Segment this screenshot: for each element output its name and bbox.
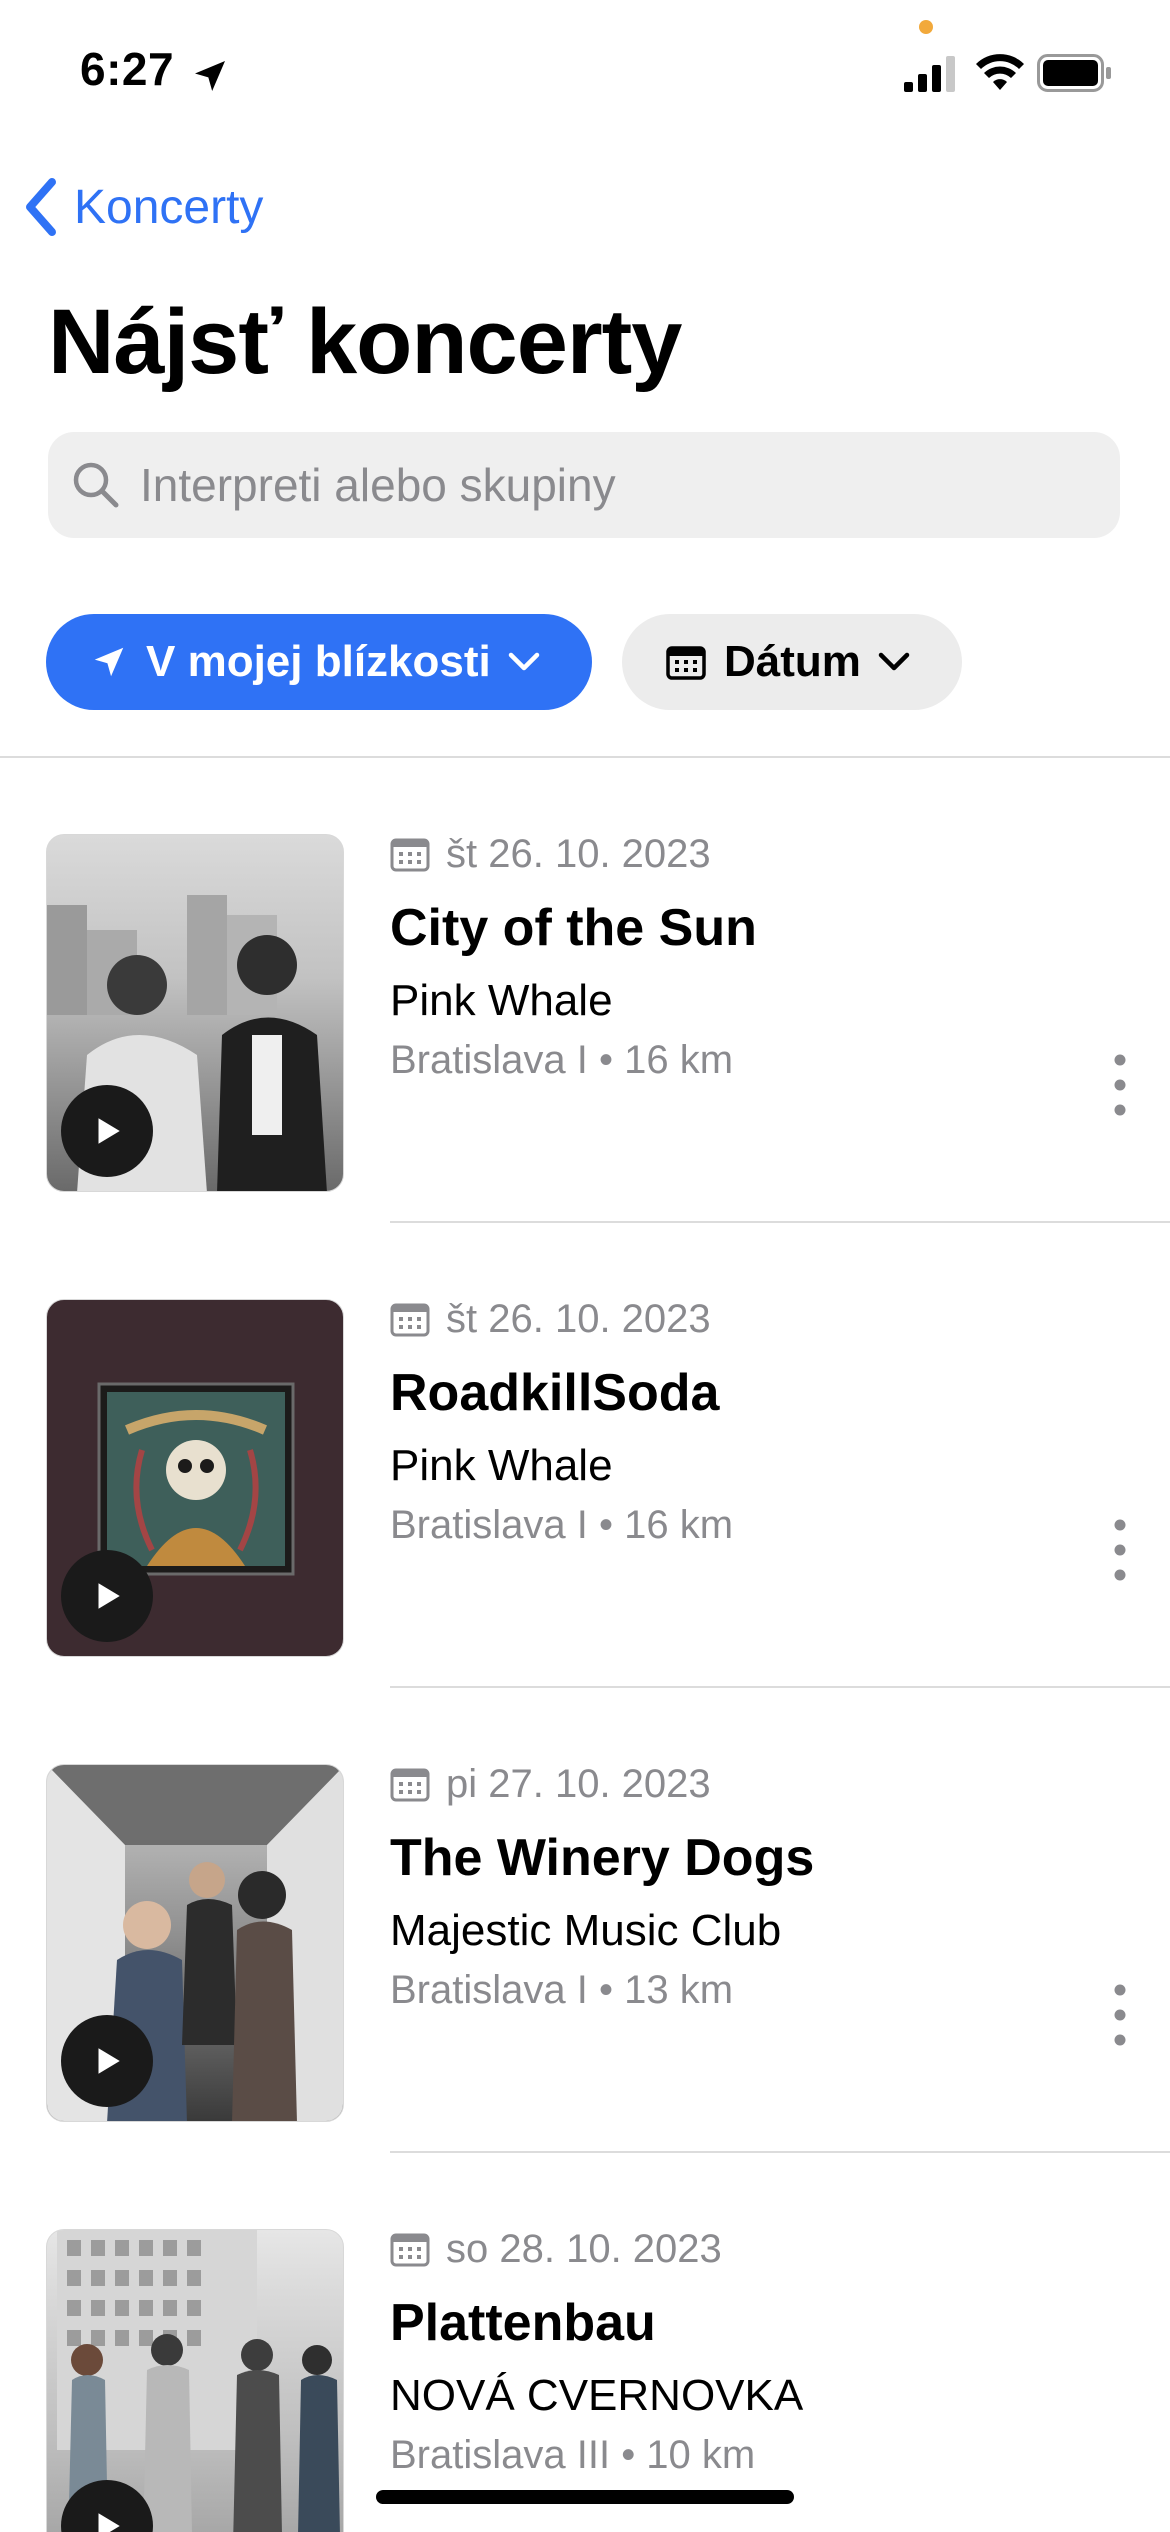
concert-date: št 26. 10. 2023 (446, 1296, 711, 1341)
chevron-down-icon (508, 652, 539, 671)
concert-band: RoadkillSoda (390, 1364, 720, 1422)
play-icon (98, 2513, 120, 2532)
date-filter-button[interactable]: Dátum (622, 614, 962, 710)
play-icon (98, 2048, 120, 2074)
concert-list: št 26. 10. 2023 City of the Sun Pink Wha… (0, 758, 1170, 2532)
play-icon (98, 1583, 120, 1609)
more-options-icon[interactable] (1100, 1515, 1140, 1585)
home-indicator[interactable] (376, 2490, 794, 2504)
concert-venue: Pink Whale (390, 1441, 613, 1490)
calendar-icon (666, 646, 706, 680)
calendar-icon (390, 1768, 430, 1802)
concert-band: The Winery Dogs (390, 1829, 815, 1887)
calendar-icon (390, 2233, 430, 2267)
concert-artwork (46, 2229, 344, 2532)
concert-location: Bratislava I • 16 km (390, 1038, 734, 1082)
back-label: Koncerty (74, 180, 264, 234)
play-button[interactable] (61, 2015, 153, 2107)
date-filter-label: Dátum (724, 637, 861, 686)
status-time: 6:27 (80, 43, 175, 95)
play-button[interactable] (61, 1550, 153, 1642)
concert-venue: NOVÁ CVERNOVKA (390, 2371, 804, 2420)
concert-date-row: št 26. 10. 2023 (390, 1293, 733, 1345)
near-me-filter-label: V mojej blízkosti (146, 637, 491, 686)
near-me-filter-button[interactable]: V mojej blízkosti (46, 614, 592, 710)
calendar-icon (390, 1303, 430, 1337)
concert-list-item[interactable]: pi 27. 10. 2023 The Winery Dogs Majestic… (0, 1688, 1170, 2153)
concert-list-item[interactable]: št 26. 10. 2023 RoadkillSoda Pink Whale … (0, 1223, 1170, 1688)
concert-date: št 26. 10. 2023 (446, 831, 711, 876)
wifi-icon (976, 54, 1024, 90)
status-bar: 6:27 (0, 0, 1170, 150)
back-button[interactable]: Koncerty (20, 172, 263, 242)
play-button[interactable] (61, 1085, 153, 1177)
concert-artwork (46, 1764, 344, 2122)
concert-date-row: št 26. 10. 2023 (390, 828, 757, 880)
more-options-icon[interactable] (1100, 1050, 1140, 1120)
concert-date: pi 27. 10. 2023 (446, 1761, 711, 1806)
concert-band: City of the Sun (390, 899, 757, 957)
concert-date: so 28. 10. 2023 (446, 2226, 722, 2271)
battery-icon (1037, 54, 1111, 92)
concert-location: Bratislava III • 10 km (390, 2433, 756, 2477)
concert-info: pi 27. 10. 2023 The Winery Dogs Majestic… (390, 1758, 814, 2013)
concert-info: so 28. 10. 2023 Plattenbau NOVÁ CVERNOVK… (390, 2223, 803, 2478)
concert-location: Bratislava I • 16 km (390, 1503, 734, 1547)
play-icon (98, 1118, 120, 1144)
search-icon (73, 462, 119, 508)
chevron-left-icon (26, 178, 56, 236)
concert-band: Plattenbau (390, 2294, 656, 2352)
concert-artwork (46, 834, 344, 1192)
concert-location: Bratislava I • 13 km (390, 1968, 734, 2012)
concert-info: št 26. 10. 2023 City of the Sun Pink Wha… (390, 828, 757, 1083)
concert-date-row: pi 27. 10. 2023 (390, 1758, 814, 1810)
concert-venue: Pink Whale (390, 976, 613, 1025)
concert-info: št 26. 10. 2023 RoadkillSoda Pink Whale … (390, 1293, 733, 1548)
concert-list-item[interactable]: so 28. 10. 2023 Plattenbau NOVÁ CVERNOVK… (0, 2153, 1170, 2532)
concert-date-row: so 28. 10. 2023 (390, 2223, 803, 2275)
concert-artwork (46, 1299, 344, 1657)
cellular-signal-icon (904, 56, 955, 92)
search-bar[interactable] (48, 432, 1120, 538)
page-title: Nájsť koncerty (48, 291, 682, 393)
more-options-icon[interactable] (1100, 1980, 1140, 2050)
calendar-icon (390, 838, 430, 872)
location-arrow-icon (94, 647, 124, 677)
concert-list-item[interactable]: št 26. 10. 2023 City of the Sun Pink Wha… (0, 758, 1170, 1223)
location-arrow-icon (195, 61, 225, 91)
search-input[interactable] (140, 458, 1040, 512)
chevron-down-icon (878, 652, 910, 671)
concert-venue: Majestic Music Club (390, 1906, 782, 1955)
privacy-indicator (919, 20, 933, 34)
